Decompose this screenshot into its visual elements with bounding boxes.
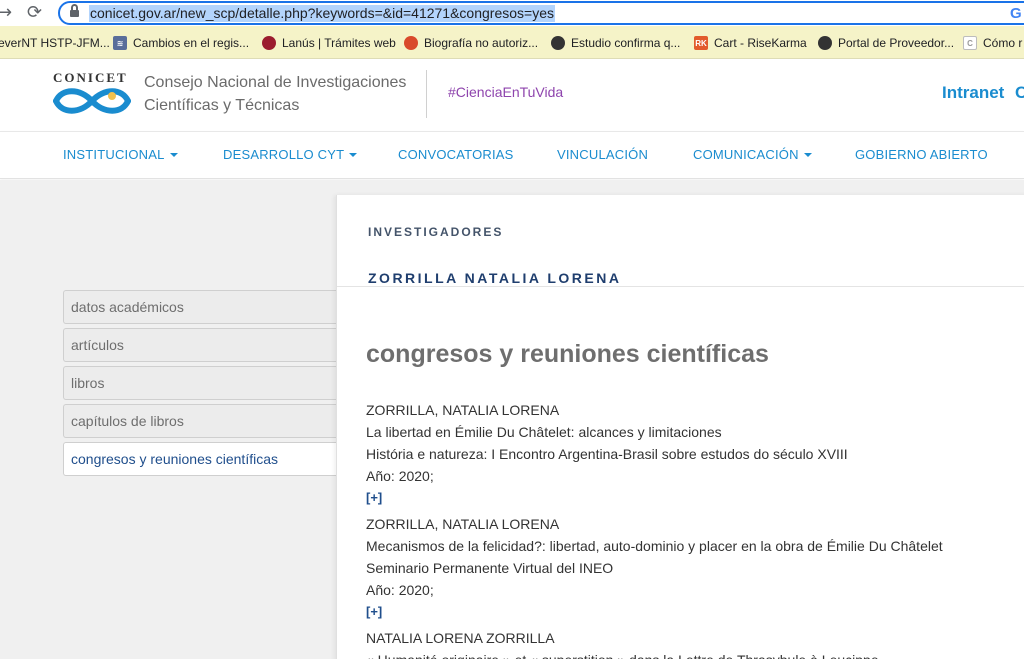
nav-convocatorias[interactable]: CONVOCATORIAS (398, 147, 514, 162)
entry-author: ZORRILLA, NATALIA LORENA (366, 402, 560, 418)
entry-title: Mecanismos de la felicidad?: libertad, a… (366, 538, 943, 554)
section-label: INVESTIGADORES (368, 225, 504, 239)
entry-author: ZORRILLA, NATALIA LORENA (366, 516, 560, 532)
site-header: CONICET Consejo Nacional de Investigacio… (0, 59, 1024, 131)
main-panel: INVESTIGADORES ZORRILLA NATALIA LORENA c… (336, 195, 1024, 659)
bookmark-portal[interactable]: Portal de Proveedor... (818, 35, 954, 51)
back-arrow-icon[interactable]: → (0, 2, 12, 23)
bookmark-biografia[interactable]: Biografía no autoriz... (404, 35, 538, 51)
nav-desarrollo-cyt[interactable]: DESARROLLO CYT (223, 147, 358, 162)
caret-down-icon (349, 152, 358, 157)
entry-year: Año: 2020; (366, 468, 434, 484)
section-title: congresos y reuniones científicas (366, 340, 769, 368)
caret-down-icon (803, 152, 812, 157)
main-nav: INSTITUCIONAL DESARROLLO CYT CONVOCATORI… (0, 131, 1024, 179)
list-item: ZORRILLA, NATALIA LORENA Mecanismos de l… (366, 513, 1024, 623)
org-name: Consejo Nacional de Investigaciones Cien… (144, 74, 407, 114)
lanus-logo-icon (262, 36, 276, 50)
hashtag[interactable]: #CienciaEnTuVida (448, 84, 563, 100)
header-divider (426, 70, 427, 118)
bookmark-como[interactable]: C Cómo r (963, 35, 1022, 51)
sidebar-item-capitulos[interactable]: capítulos de libros (63, 404, 338, 438)
bookmark-cambios[interactable]: ≋ Cambios en el regis... (113, 35, 249, 51)
lock-icon[interactable] (70, 4, 79, 18)
google-icon[interactable]: G (1010, 5, 1022, 22)
expand-link[interactable]: [+] (366, 487, 1024, 509)
sidebar-item-libros[interactable]: libros (63, 366, 338, 400)
entry-author: NATALIA LORENA ZORRILLA (366, 630, 555, 646)
browser-toolbar: → ⟳ conicet.gov.ar/new_scp/detalle.php?k… (0, 0, 1024, 26)
bookmark-estudio[interactable]: Estudio confirma q... (551, 35, 680, 51)
nav-gobierno-abierto[interactable]: GOBIERNO ABIERTO (855, 147, 988, 162)
intranet-link[interactable]: Intranet (942, 83, 1004, 103)
conicet-logo-icon[interactable] (52, 86, 132, 116)
entry-year: Año: 2020; (366, 582, 434, 598)
url-text[interactable]: conicet.gov.ar/new_scp/detalle.php?keywo… (89, 5, 555, 22)
bookmark-lanus[interactable]: Lanús | Trámites web (262, 35, 396, 51)
researcher-name: ZORRILLA NATALIA LORENA (368, 270, 622, 286)
bookmarks-bar: everNT HSTP-JFM... ≋ Cambios en el regis… (0, 26, 1024, 59)
address-bar[interactable]: conicet.gov.ar/new_scp/detalle.php?keywo… (58, 1, 1024, 25)
expand-link[interactable]: [+] (366, 601, 1024, 623)
conicet-logo-text[interactable]: CONICET (53, 70, 128, 86)
list-item: NATALIA LORENA ZORRILLA « Humanité origi… (366, 627, 1024, 659)
risekarma-icon: RK (694, 36, 708, 50)
caret-down-icon (169, 152, 178, 157)
sidebar-item-datos-academicos[interactable]: datos académicos (63, 290, 338, 324)
bookmark-risekarma[interactable]: RK Cart - RiseKarma (694, 35, 807, 51)
reload-icon[interactable]: ⟳ (27, 2, 42, 23)
page-icon: C (963, 36, 977, 50)
nav-vinculacion[interactable]: VINCULACIÓN (557, 147, 648, 162)
entry-title: « Humanité originaire » et « superstitio… (366, 649, 1024, 659)
nav-comunicacion[interactable]: COMUNICACIÓN (693, 147, 812, 162)
list-item: ZORRILLA, NATALIA LORENA La libertad en … (366, 399, 1024, 509)
entry-title: La libertad en Émilie Du Châtelet: alcan… (366, 424, 722, 440)
tripadvisor-icon (551, 36, 565, 50)
entry-event: Seminario Permanente Virtual del INEO (366, 560, 614, 576)
grid-icon: ≋ (113, 36, 127, 50)
bookmark-evernote[interactable]: everNT HSTP-JFM... (0, 35, 110, 51)
sidebar-item-articulos[interactable]: artículos (63, 328, 338, 362)
globe-icon (818, 36, 832, 50)
nav-institucional[interactable]: INSTITUCIONAL (63, 147, 178, 162)
panel-divider (337, 286, 1024, 287)
sidebar-item-congresos[interactable]: congresos y reuniones científicas (63, 442, 338, 476)
entry-event: História e natureza: I Encontro Argentin… (366, 446, 848, 462)
header-link-cut[interactable]: C (1015, 83, 1024, 103)
pagina12-icon (404, 36, 418, 50)
